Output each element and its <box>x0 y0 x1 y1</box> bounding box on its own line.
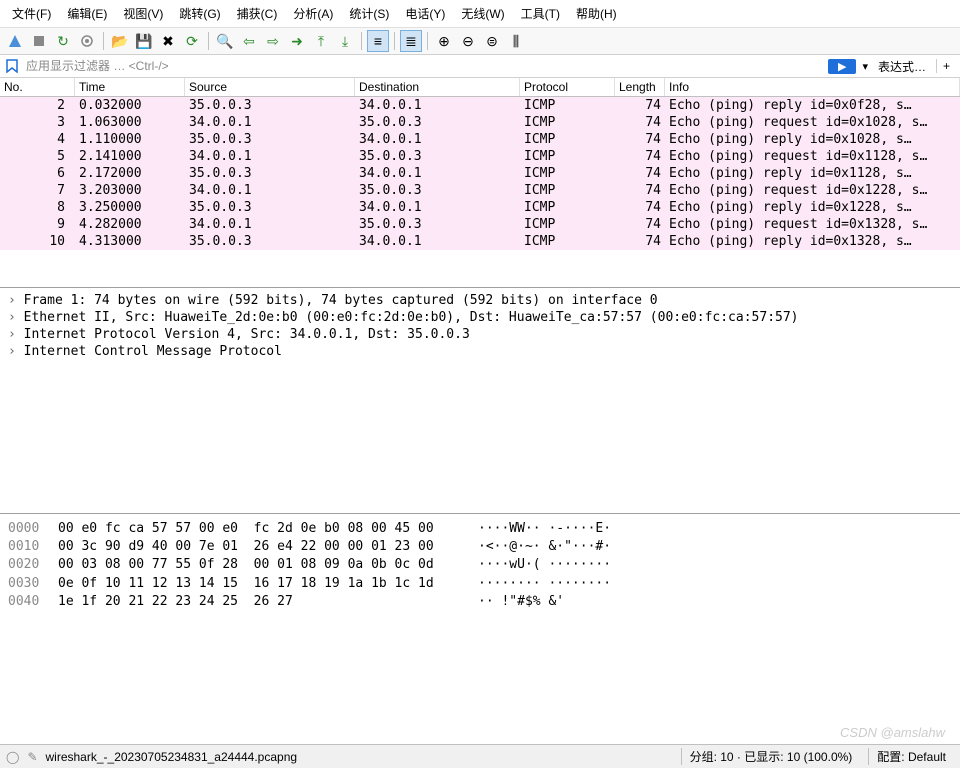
col-protocol[interactable]: Protocol <box>520 78 615 96</box>
hex-row[interactable]: 001000 3c 90 d9 40 00 7e 01 26 e4 22 00 … <box>8 538 952 556</box>
menu-go[interactable]: 跳转(G) <box>171 2 228 25</box>
go-first-icon[interactable]: ⤒ <box>310 30 332 52</box>
capture-options-icon[interactable] <box>76 30 98 52</box>
menu-bar: 文件(F) 编辑(E) 视图(V) 跳转(G) 捕获(C) 分析(A) 统计(S… <box>0 0 960 28</box>
packet-details-pane[interactable]: Frame 1: 74 bytes on wire (592 bits), 74… <box>0 288 960 514</box>
packet-row[interactable]: 52.14100034.0.0.135.0.0.3ICMP74Echo (pin… <box>0 148 960 165</box>
detail-ip[interactable]: Internet Protocol Version 4, Src: 34.0.0… <box>8 326 952 343</box>
hex-row[interactable]: 00401e 1f 20 21 22 23 24 25 26 27·· !"#$… <box>8 593 952 611</box>
menu-tools[interactable]: 工具(T) <box>513 2 568 25</box>
packet-list-pane[interactable]: No. Time Source Destination Protocol Len… <box>0 78 960 288</box>
stop-capture-icon[interactable] <box>28 30 50 52</box>
start-capture-icon[interactable] <box>4 30 26 52</box>
filter-bar: ▶ ▾ 表达式… + <box>0 55 960 78</box>
packet-row[interactable]: 31.06300034.0.0.135.0.0.3ICMP74Echo (pin… <box>0 114 960 131</box>
col-time[interactable]: Time <box>75 78 185 96</box>
status-file: wireshark_-_20230705234831_a24444.pcapng <box>46 750 673 764</box>
packet-row[interactable]: 73.20300034.0.0.135.0.0.3ICMP74Echo (pin… <box>0 182 960 199</box>
reload-file-icon[interactable]: ⟳ <box>181 30 203 52</box>
expression-button[interactable]: 表达式… <box>872 58 932 75</box>
filter-dropdown-icon[interactable]: ▾ <box>862 60 868 73</box>
packet-bytes-pane[interactable]: 000000 e0 fc ca 57 57 00 e0 fc 2d 0e b0 … <box>0 514 960 744</box>
packet-row[interactable]: 104.31300035.0.0.334.0.0.1ICMP74Echo (pi… <box>0 233 960 250</box>
col-source[interactable]: Source <box>185 78 355 96</box>
zoom-out-icon[interactable]: ⊖ <box>457 30 479 52</box>
menu-statistics[interactable]: 统计(S) <box>341 2 397 25</box>
menu-edit[interactable]: 编辑(E) <box>59 2 115 25</box>
packet-row[interactable]: 62.17200035.0.0.334.0.0.1ICMP74Echo (pin… <box>0 165 960 182</box>
apply-filter-button[interactable]: ▶ <box>828 59 856 74</box>
close-file-icon[interactable]: ✖ <box>157 30 179 52</box>
expert-info-icon[interactable]: ✎ <box>27 750 37 764</box>
open-file-icon[interactable]: 📂 <box>109 30 131 52</box>
menu-telephony[interactable]: 电话(Y) <box>397 2 453 25</box>
hex-row[interactable]: 000000 e0 fc ca 57 57 00 e0 fc 2d 0e b0 … <box>8 520 952 538</box>
bookmark-filter-icon[interactable] <box>4 58 20 74</box>
save-file-icon[interactable]: 💾 <box>133 30 155 52</box>
packet-row[interactable]: 20.03200035.0.0.334.0.0.1ICMP74Echo (pin… <box>0 97 960 114</box>
resize-columns-icon[interactable]: ⫼ <box>505 30 527 52</box>
colorize-icon[interactable]: ≣ <box>400 30 422 52</box>
col-destination[interactable]: Destination <box>355 78 520 96</box>
detail-ethernet[interactable]: Ethernet II, Src: HuaweiTe_2d:0e:b0 (00:… <box>8 309 952 326</box>
find-packet-icon[interactable]: 🔍 <box>214 30 236 52</box>
menu-analyze[interactable]: 分析(A) <box>285 2 341 25</box>
status-packets: 分组: 10 · 已显示: 10 (100.0%) <box>681 748 861 765</box>
col-length[interactable]: Length <box>615 78 665 96</box>
col-no[interactable]: No. <box>0 78 75 96</box>
restart-capture-icon[interactable]: ↻ <box>52 30 74 52</box>
autoscroll-icon[interactable]: ≡ <box>367 30 389 52</box>
go-to-packet-icon[interactable]: ➜ <box>286 30 308 52</box>
menu-file[interactable]: 文件(F) <box>4 2 59 25</box>
go-back-icon[interactable]: ⇦ <box>238 30 260 52</box>
status-bar: ◯ ✎ wireshark_-_20230705234831_a24444.pc… <box>0 744 960 768</box>
go-forward-icon[interactable]: ⇨ <box>262 30 284 52</box>
hex-row[interactable]: 00300e 0f 10 11 12 13 14 15 16 17 18 19 … <box>8 575 952 593</box>
zoom-reset-icon[interactable]: ⊜ <box>481 30 503 52</box>
zoom-in-icon[interactable]: ⊕ <box>433 30 455 52</box>
menu-help[interactable]: 帮助(H) <box>568 2 625 25</box>
packet-row[interactable]: 83.25000035.0.0.334.0.0.1ICMP74Echo (pin… <box>0 199 960 216</box>
display-filter-input[interactable] <box>24 57 824 75</box>
status-profile[interactable]: 配置: Default <box>868 748 954 765</box>
packet-list-header: No. Time Source Destination Protocol Len… <box>0 78 960 97</box>
packet-row[interactable]: 41.11000035.0.0.334.0.0.1ICMP74Echo (pin… <box>0 131 960 148</box>
menu-wireless[interactable]: 无线(W) <box>453 2 512 25</box>
detail-icmp[interactable]: Internet Control Message Protocol <box>8 343 952 360</box>
menu-view[interactable]: 视图(V) <box>115 2 171 25</box>
detail-frame[interactable]: Frame 1: 74 bytes on wire (592 bits), 74… <box>8 292 952 309</box>
packet-row[interactable]: 94.28200034.0.0.135.0.0.3ICMP74Echo (pin… <box>0 216 960 233</box>
col-info[interactable]: Info <box>665 78 960 96</box>
add-filter-button[interactable]: + <box>936 59 956 73</box>
main-toolbar: ↻ 📂 💾 ✖ ⟳ 🔍 ⇦ ⇨ ➜ ⤒ ⤓ ≡ ≣ ⊕ ⊖ ⊜ ⫼ <box>0 28 960 55</box>
go-last-icon[interactable]: ⤓ <box>334 30 356 52</box>
hex-row[interactable]: 002000 03 08 00 77 55 0f 28 00 01 08 09 … <box>8 556 952 574</box>
menu-capture[interactable]: 捕获(C) <box>229 2 286 25</box>
status-indicator-icon: ◯ <box>6 750 19 764</box>
